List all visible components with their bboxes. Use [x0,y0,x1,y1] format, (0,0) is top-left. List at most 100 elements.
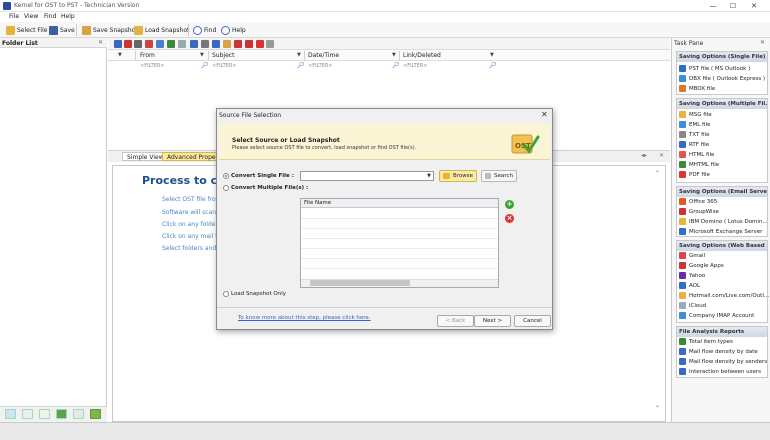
mail-view-icon[interactable] [5,409,16,419]
add-view-icon[interactable] [90,409,101,419]
filter-subject[interactable]: <FILTER> [212,63,237,69]
back-button[interactable]: < Back [437,315,474,327]
combo-dropdown-icon[interactable]: ▼ [425,172,433,180]
save-domino-option[interactable]: IBM Domino ( Lotus Domin... [679,217,768,226]
col-from-dropdown-icon[interactable]: ▼ [200,52,204,58]
save-pdf-option[interactable]: PDF file [679,170,710,179]
col-subject-dropdown-icon[interactable]: ▼ [297,52,301,58]
save-google-apps-option[interactable]: Google Apps [679,261,724,270]
save-dbx-option[interactable]: DBX file ( Outlook Express ) [679,74,765,83]
note-col-icon[interactable] [223,40,231,48]
pdf-col-icon[interactable] [145,40,153,48]
save-button[interactable]: Save [49,24,75,36]
add-file-icon[interactable]: + [505,200,514,209]
task-group-header[interactable]: Saving Options (Email Servers) [677,187,767,197]
mail-col-icon[interactable] [190,40,198,48]
pane-close-icon[interactable]: ✕ [659,152,664,159]
scrollbar-thumb[interactable] [310,280,410,286]
filter-datetime[interactable]: <FILTER> [308,63,333,69]
save-snapshot-button[interactable]: Save Snapshot [82,24,138,36]
filter-icon[interactable]: 🔎︎ [201,62,209,69]
close-window-button[interactable]: ✕ [747,1,761,11]
save-exchange-option[interactable]: Microsoft Exchange Server [679,227,762,236]
acrobat-col-icon[interactable] [234,40,242,48]
doc-col-icon[interactable] [134,40,142,48]
pane-pin-icon[interactable]: ◂▸ [641,152,647,159]
save-gmail-option[interactable]: Gmail [679,251,705,260]
task-group-header[interactable]: Saving Options (Single File) [677,52,767,62]
load-snapshot-only-radio[interactable] [223,291,229,297]
word-col-icon[interactable] [156,40,164,48]
menu-view[interactable]: View [24,13,38,20]
save-rtf-option[interactable]: RTF file [679,140,709,149]
menu-help[interactable]: Help [61,13,75,20]
file-name-list[interactable] [300,198,499,288]
save-yahoo-option[interactable]: Yahoo [679,271,705,280]
sort-arrow-icon[interactable]: ▼ [118,52,122,58]
flag-col-icon[interactable] [124,40,132,48]
contact-col-icon[interactable] [201,40,209,48]
save-office365-option[interactable]: Office 365 [679,197,717,206]
filter-icon[interactable]: 🔎︎ [392,62,400,69]
report-interaction-users[interactable]: Interaction between users [679,367,761,376]
misc-col-icon[interactable] [266,40,274,48]
scroll-up-icon[interactable]: ⌃ [655,170,660,177]
task-group-header[interactable]: File Analysis Reports [677,327,767,337]
menu-find[interactable]: Find [44,13,56,20]
cancel-button[interactable]: Cancel [514,315,551,327]
find-button[interactable]: Find [193,24,216,36]
dialog-close-button[interactable]: ✕ [541,110,548,119]
filter-icon[interactable]: 🔎︎ [489,62,497,69]
report-mail-flow-senders[interactable]: Mail flow density by senders [679,357,767,366]
save-msg-option[interactable]: MSG file [679,110,712,119]
search-button[interactable]: Search [481,170,517,182]
col-from[interactable]: From [140,52,155,59]
col-link-dropdown-icon[interactable]: ▼ [490,52,494,58]
browse-button[interactable]: Browse [439,170,477,182]
load-snapshot-button[interactable]: Load Snapshot [134,24,189,36]
attachment-col-icon[interactable] [114,40,122,48]
scroll-down-icon[interactable]: ⌄ [655,402,660,409]
save-hotmail-option[interactable]: Hotmail.com/Live.com/Outl... [679,291,769,300]
filter-from[interactable]: <FILTER> [140,63,165,69]
save-aol-option[interactable]: AOL [679,281,700,290]
maximize-button[interactable]: ☐ [726,1,740,11]
filter-link-deleted[interactable]: <FILTER> [403,63,428,69]
remove-file-icon[interactable]: × [505,214,514,223]
minimize-button[interactable]: — [706,1,720,11]
col-subject[interactable]: Subject [212,52,234,59]
col-datetime-dropdown-icon[interactable]: ▼ [392,52,396,58]
save-txt-option[interactable]: TXT file [679,130,710,139]
select-file-button[interactable]: Select File [6,24,47,36]
next-button[interactable]: Next > [474,315,511,327]
zip-col-icon[interactable] [256,40,264,48]
calendar-col-icon[interactable] [212,40,220,48]
menu-file[interactable]: File [9,13,19,20]
save-mhtml-option[interactable]: MHTML file [679,160,719,169]
save-icloud-option[interactable]: iCloud [679,301,706,310]
save-eml-option[interactable]: EML file [679,120,710,129]
help-button[interactable]: Help [221,24,246,36]
save-imap-option[interactable]: Company IMAP Account [679,311,754,320]
filter-icon[interactable]: 🔎︎ [297,62,305,69]
report-total-item-types[interactable]: Total item types [679,337,733,346]
task-group-header[interactable]: Saving Options (Multiple Fil... [677,99,767,109]
contacts-view-icon[interactable] [22,409,33,419]
ppt-col-icon[interactable] [245,40,253,48]
save-mbox-option[interactable]: MBOX file [679,84,715,93]
journal-view-icon[interactable] [73,409,84,419]
single-file-path-combo[interactable] [300,171,434,181]
help-link[interactable]: To know more about this step, please cli… [238,315,371,321]
excel-col-icon[interactable] [167,40,175,48]
image-col-icon[interactable] [178,40,186,48]
save-groupwise-option[interactable]: GroupWise [679,207,719,216]
col-datetime[interactable]: Date/Time [308,52,339,59]
tasks-view-icon[interactable] [39,409,50,419]
save-pst-option[interactable]: PST file ( MS Outlook ) [679,64,750,73]
task-group-header[interactable]: Saving Options (Web Based ... [677,241,767,251]
report-mail-flow-date[interactable]: Mail flow density by date [679,347,758,356]
convert-single-file-radio[interactable] [223,173,229,179]
task-pane-close-button[interactable]: ✕ [760,39,765,46]
save-html-option[interactable]: HTML file [679,150,714,159]
notes-view-icon[interactable] [56,409,67,419]
